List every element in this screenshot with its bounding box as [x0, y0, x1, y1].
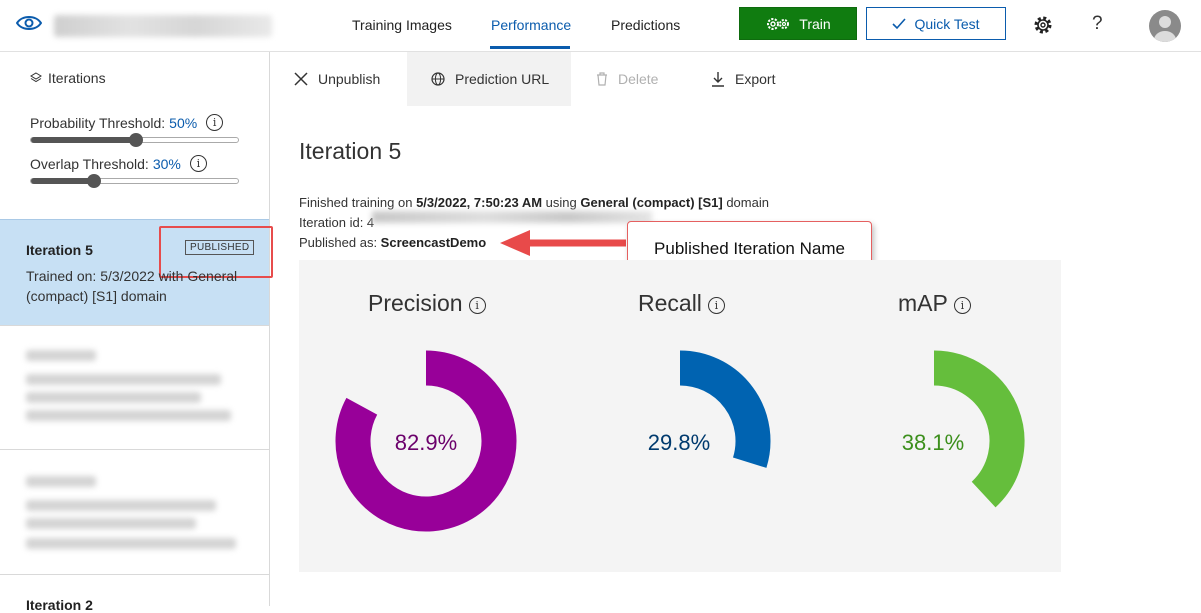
blurred-text [26, 392, 201, 403]
settings-gear-icon[interactable] [1033, 15, 1053, 35]
eye-icon [16, 16, 42, 30]
train-button[interactable]: Train [739, 7, 857, 40]
training-prefix: Finished training on [299, 195, 417, 210]
training-domain: General (compact) [S1] [580, 195, 723, 210]
probability-threshold-text: Probability Threshold: [30, 114, 166, 131]
iterations-label: Iterations [48, 70, 106, 86]
help-icon[interactable]: ? [1092, 13, 1103, 35]
top-bar: Training Images Performance Predictions … [0, 0, 1201, 52]
export-label: Export [735, 71, 776, 87]
iteration-id: Iteration id: 4 [299, 215, 375, 230]
delete-button[interactable]: Delete [596, 52, 676, 106]
precision-title: Precision i [368, 290, 486, 317]
training-using: using [542, 195, 581, 210]
download-icon [712, 72, 724, 87]
info-icon[interactable]: i [707, 297, 725, 314]
recall-label: Recall [638, 290, 702, 316]
tab-predictions[interactable]: Predictions [611, 17, 680, 33]
overlap-threshold-value: 30% [152, 155, 181, 172]
quick-test-label: Quick Test [914, 15, 980, 32]
layers-icon [30, 72, 42, 83]
slider-handle[interactable] [128, 133, 143, 147]
published-as-label: Published as: [299, 235, 381, 250]
overlap-threshold-slider[interactable] [30, 174, 239, 188]
blurred-text [26, 538, 236, 549]
checkmark-icon [892, 17, 907, 29]
active-tab-indicator [490, 46, 570, 49]
precision-value: 82.9% [394, 430, 458, 455]
tab-performance[interactable]: Performance [491, 17, 571, 33]
iteration-title: Iteration 5 [299, 138, 402, 164]
overlap-threshold-label: Overlap Threshold: 30% i [30, 155, 207, 172]
training-date: 5/3/2022, 7:50:23 AM [416, 195, 543, 210]
probability-threshold-label: Probability Threshold: 50% i [30, 114, 224, 131]
map-label: mAP [898, 290, 948, 316]
delete-label: Delete [618, 71, 659, 87]
metrics-panel: Precision i Recall i mAP i 82.9% 29.8% 3… [299, 260, 1061, 572]
quick-test-button[interactable]: Quick Test [866, 7, 1006, 40]
iteration-name: Iteration 5 [26, 242, 93, 258]
prediction-url-button[interactable]: Prediction URL [407, 52, 571, 106]
project-name-blurred [54, 15, 272, 37]
command-bar: Unpublish Prediction URL Delete Export [270, 52, 1201, 106]
iteration-card-blurred[interactable] [0, 449, 269, 575]
training-suffix: domain [722, 195, 769, 210]
published-as: Published as: ScreencastDemo [299, 235, 486, 250]
blurred-text [26, 350, 96, 361]
precision-label: Precision [368, 290, 463, 316]
recall-value: 29.8% [647, 430, 711, 455]
recall-title: Recall i [638, 290, 725, 317]
prediction-url-label: Prediction URL [455, 71, 550, 87]
overlap-threshold-text: Overlap Threshold: [30, 155, 149, 172]
iterations-header: Iterations [30, 70, 106, 86]
map-value: 38.1% [901, 430, 965, 455]
iteration-card-selected[interactable]: Iteration 5 PUBLISHED Trained on: 5/3/20… [0, 219, 273, 325]
export-button[interactable]: Export [711, 52, 791, 106]
blurred-text [26, 476, 96, 487]
probability-threshold-value: 50% [169, 114, 198, 131]
user-avatar[interactable] [1149, 10, 1181, 42]
slider-handle[interactable] [86, 174, 101, 188]
iteration-description: Trained on: 5/3/2022 with General (compa… [26, 268, 238, 304]
callout-arrow [500, 230, 626, 256]
close-icon [294, 72, 308, 86]
tab-training-images[interactable]: Training Images [352, 17, 452, 33]
iterations-sidebar: Iterations Probability Threshold: 50% i … [0, 52, 273, 613]
train-label: Train [799, 15, 831, 32]
training-info: Finished training on 5/3/2022, 7:50:23 A… [299, 195, 769, 210]
trash-icon [597, 72, 607, 86]
iteration-name: Iteration 2 [26, 597, 93, 613]
unpublish-label: Unpublish [318, 71, 381, 87]
iteration-card-blurred[interactable] [0, 325, 269, 449]
blurred-iteration-id [372, 211, 652, 223]
globe-icon [431, 72, 445, 86]
info-icon[interactable]: i [468, 297, 486, 314]
info-icon[interactable]: i [206, 114, 224, 131]
published-name: ScreencastDemo [380, 235, 487, 250]
probability-threshold-slider[interactable] [30, 133, 239, 147]
map-title: mAP i [898, 290, 971, 317]
slider-fill [31, 178, 94, 184]
info-icon[interactable]: i [189, 155, 207, 172]
blurred-text [26, 410, 231, 421]
iteration-card[interactable]: Iteration 2 [0, 574, 269, 613]
person-icon [1154, 16, 1176, 42]
blurred-text [26, 500, 216, 511]
slider-fill [31, 137, 136, 143]
blurred-text [26, 518, 196, 529]
unpublish-button[interactable]: Unpublish [294, 52, 412, 106]
gears-icon [767, 17, 790, 30]
blurred-text [26, 374, 221, 385]
info-icon[interactable]: i [953, 297, 971, 314]
